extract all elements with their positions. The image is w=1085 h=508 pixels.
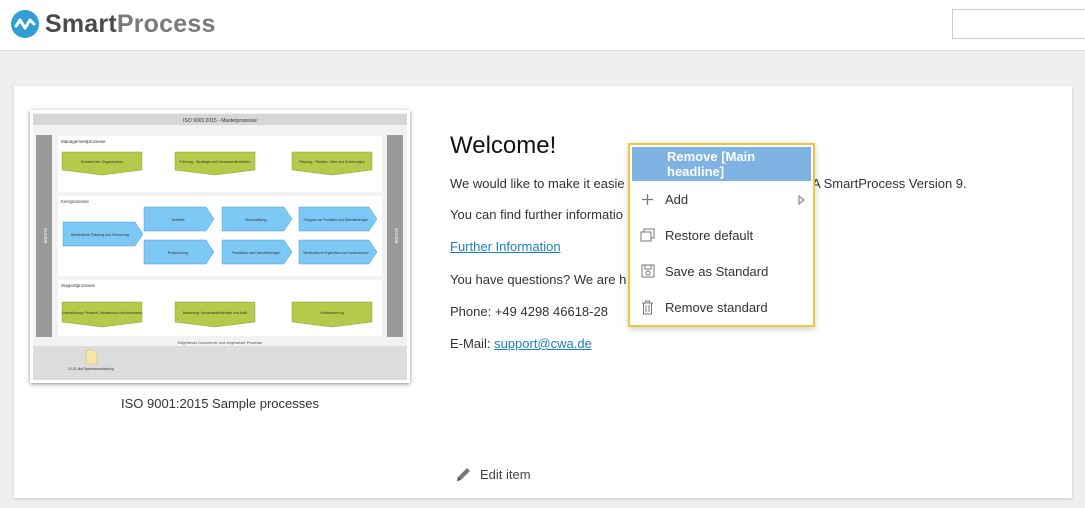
email-link[interactable]: support@cwa.de <box>494 336 592 351</box>
search-input[interactable] <box>952 9 1085 39</box>
smartprocess-logo[interactable]: SmartProcess <box>10 9 216 39</box>
menu-item-remove-standard[interactable]: Remove standard <box>630 289 813 325</box>
further-information-link[interactable]: Further Information <box>450 239 561 254</box>
phone-text: Phone: +49 4298 46618-28 <box>450 304 608 319</box>
svg-text:Entwicklung: Entwicklung <box>168 251 188 255</box>
svg-text:Führung - Strategie und Verant: Führung - Strategie und Verantwortlichke… <box>179 160 250 164</box>
app-header: SmartProcess <box>0 0 1085 51</box>
svg-text:Mitgeltende Dokumente und eing: Mitgeltende Dokumente und eingesetzte Pr… <box>178 341 263 345</box>
logo-icon <box>11 10 39 38</box>
welcome-line-1-tail: A SmartProcess Version 9. <box>812 176 967 191</box>
svg-text:Produktion und Dienstleistunge: Produktion und Dienstleistungen <box>232 251 281 255</box>
welcome-line-2: You can find further informatio <box>450 207 623 222</box>
menu-item-remove-standard-label: Remove standard <box>665 299 768 315</box>
svg-text:Beschaffung: Beschaffung <box>245 218 266 222</box>
svg-text:Vertrieb: Vertrieb <box>171 218 184 222</box>
svg-text:Nichtkonforme Ergebnisse und K: Nichtkonforme Ergebnisse und Kundenservi… <box>303 251 369 255</box>
plus-icon <box>630 193 665 206</box>
email-label: E-Mail: <box>450 336 495 351</box>
svg-text:Unterstützung: Personal, Infra: Unterstützung: Personal, Infrastruktur u… <box>62 311 143 315</box>
menu-item-add[interactable]: Add <box>630 181 813 217</box>
svg-text:Planung - Risiken, Ziele und Ä: Planung - Risiken, Ziele und Änderungen <box>299 160 365 164</box>
svg-text:Bewertung: Kundenzufriedenheit: Bewertung: Kundenzufriedenheit und Audit <box>183 311 247 315</box>
restore-icon <box>630 228 665 242</box>
submenu-arrow-icon <box>798 193 805 208</box>
svg-text:01-01-Mat Systembeschreibung: 01-01-Mat Systembeschreibung <box>68 367 113 371</box>
section-support-label: Supportprozesse <box>61 283 96 288</box>
diagram-title: ISO 9001:2015 - Masterprozesse <box>183 118 257 124</box>
menu-item-restore-default-label: Restore default <box>665 227 754 243</box>
svg-text:Betriebliche Planung und Steue: Betriebliche Planung und Steuerung <box>71 233 129 237</box>
right-band-label: KUNDE <box>394 228 399 244</box>
trash-icon <box>630 300 665 315</box>
menu-item-add-label: Add <box>665 191 689 207</box>
svg-text:Verbesserung: Verbesserung <box>320 311 343 315</box>
menu-item-restore-default[interactable]: Restore default <box>630 217 813 253</box>
menu-item-save-as-standard-label: Save as Standard <box>665 263 769 279</box>
context-menu: Remove [Main headline] Add Restore defau… <box>628 143 815 327</box>
brand-name: SmartProcess <box>45 9 216 38</box>
welcome-line-3: You have questions? We are h <box>450 272 627 287</box>
svg-text:Freigabe von Produkten und Die: Freigabe von Produkten und Dienstleistun… <box>304 218 369 222</box>
edit-item-label: Edit item <box>480 467 531 482</box>
section-management-label: Managementprozesse <box>61 139 106 144</box>
tile-caption: ISO 9001:2015 Sample processes <box>120 396 319 411</box>
edit-item-button[interactable]: Edit item <box>455 466 531 483</box>
left-band-label: KUNDE <box>43 228 48 244</box>
email-row: E-Mail: support@cwa.de <box>450 336 592 351</box>
section-core-label: Kernprozesse <box>61 199 89 204</box>
document-icon <box>85 349 98 365</box>
welcome-title: Welcome! <box>450 132 557 159</box>
process-map-thumbnail[interactable]: ISO 9001:2015 - Masterprozesse KUNDE KUN… <box>30 110 410 383</box>
process-diagram: ISO 9001:2015 - Masterprozesse KUNDE KUN… <box>33 113 407 380</box>
welcome-line-1: We would like to make it easie <box>450 176 625 191</box>
menu-item-save-as-standard[interactable]: Save as Standard <box>630 253 813 289</box>
save-icon <box>630 264 665 278</box>
pencil-icon <box>457 468 470 481</box>
svg-text:Kontext der Organisation: Kontext der Organisation <box>81 160 123 164</box>
remove-main-headline-item[interactable]: Remove [Main headline] <box>632 147 811 181</box>
